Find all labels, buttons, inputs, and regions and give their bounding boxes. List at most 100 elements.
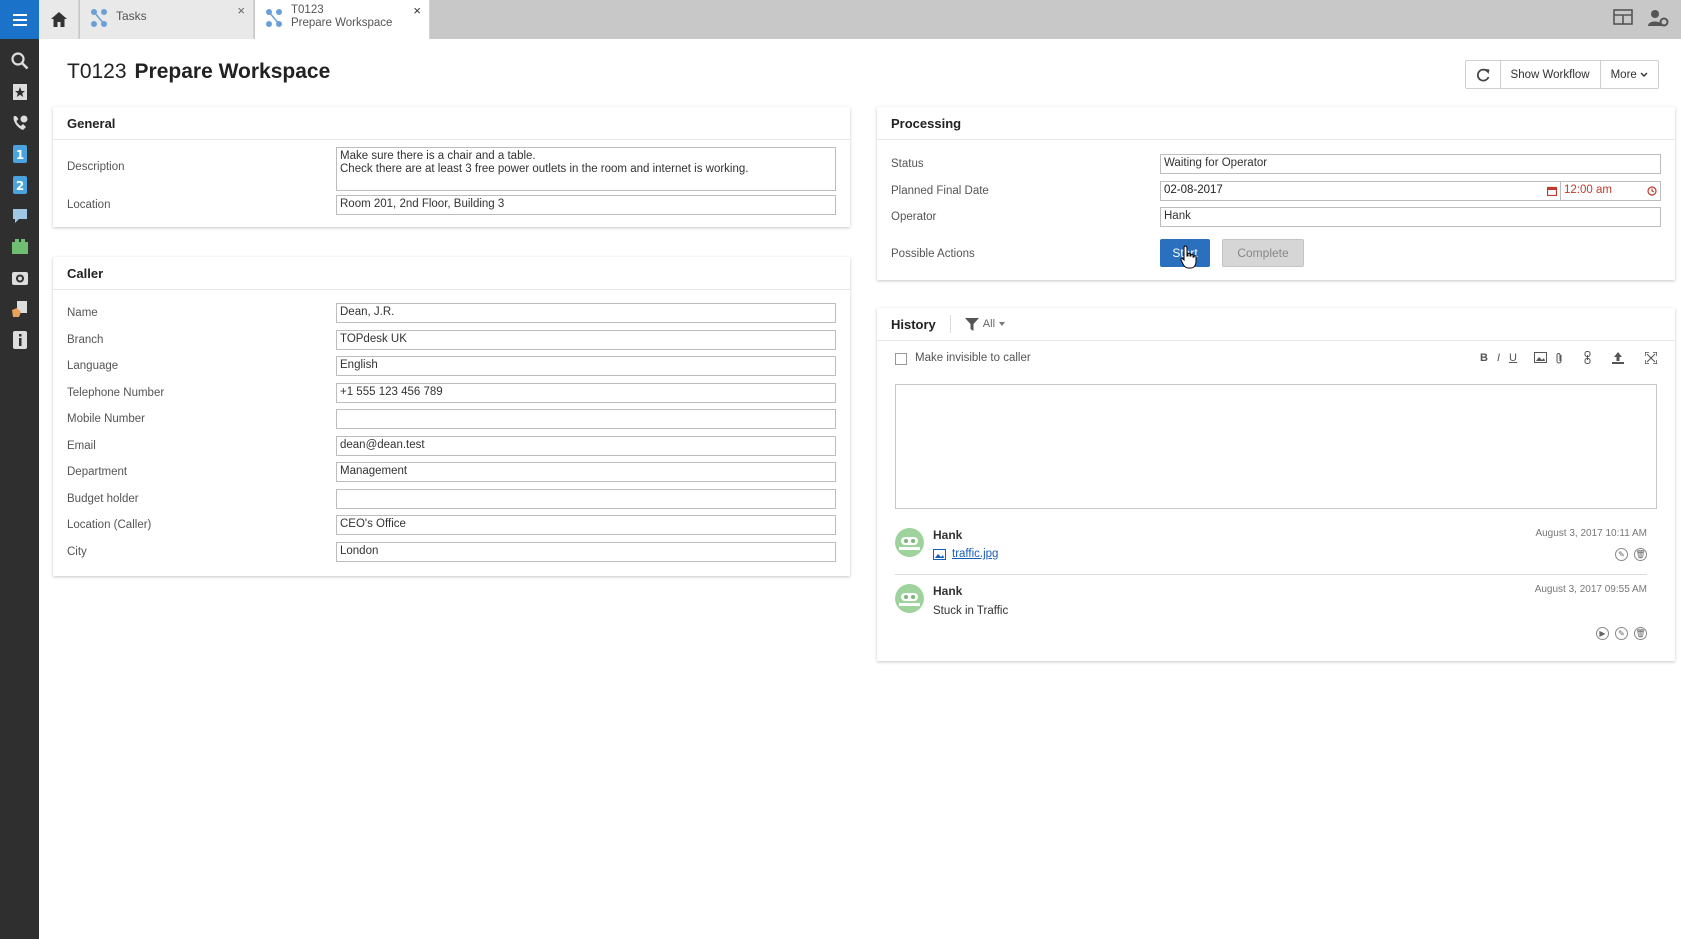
hamburger-menu-button[interactable] [0,0,39,39]
show-workflow-button[interactable]: Show Workflow [1501,61,1601,88]
bold-button[interactable]: B [1480,352,1488,364]
clock-icon[interactable] [1647,185,1657,196]
avatar [895,528,924,557]
status-field[interactable]: Waiting for Operator [1160,154,1661,174]
rail-second-line-button[interactable]: 2 [0,169,39,200]
history-filter[interactable]: All [964,317,1006,331]
layout-icon[interactable] [1613,8,1633,26]
caller-label: Budget holder [67,492,139,505]
caller-label: Telephone Number [67,386,165,399]
rail-chat-button[interactable] [0,200,39,231]
rail-first-line-button[interactable]: 1 [0,138,39,169]
possible-actions-label: Possible Actions [891,248,975,260]
processing-panel: Processing Status Waiting for Operator P… [877,107,1675,280]
info-icon [12,330,27,349]
filter-label: All [982,318,996,330]
planned-date-field[interactable]: 02-08-2017 [1160,180,1561,201]
name-field[interactable]: Dean, J.R. [336,303,836,323]
tab-close-button[interactable]: × [413,3,421,18]
caller-label: Location (Caller) [67,519,152,531]
task-name: Prepare Workspace [134,60,331,83]
attachment-link[interactable]: traffic.jpg [952,548,998,560]
entry-text: Stuck in Traffic [933,605,1009,617]
rail-search-button[interactable] [0,45,39,76]
branch-field[interactable]: TOPdesk UK [336,329,836,350]
history-entry: Hank August 3, 2017 10:11 AM traffic.jpg… [895,528,1647,564]
home-tab[interactable] [39,0,79,39]
planned-time-field[interactable]: 12:00 am [1561,180,1661,201]
calendar-icon[interactable] [1547,186,1557,196]
header-separator [949,315,951,333]
fullscreen-icon[interactable] [1645,351,1657,364]
rail-calls-button[interactable] [0,107,39,138]
rail-asset-button[interactable] [0,262,39,293]
second-line-icon: 2 [12,175,27,194]
language-field[interactable]: English [336,356,836,376]
left-rail: 1 2 [0,0,39,939]
operator-label: Operator [891,211,937,223]
play-icon[interactable]: ▶ [1596,627,1609,640]
history-editor[interactable] [895,384,1657,509]
caller-label: Mobile Number [67,413,145,425]
description-field[interactable]: Make sure there is a chair and a table. … [336,147,836,191]
workflow-icon [91,9,107,27]
delete-icon[interactable]: 🗑 [1634,548,1647,561]
department-field[interactable]: Management [336,462,836,482]
first-line-icon: 1 [12,144,27,163]
entry-divider [895,574,1647,575]
delete-icon[interactable]: 🗑 [1634,627,1647,640]
page-toolbar: Show Workflow More [1464,60,1659,89]
invisible-to-caller-checkbox[interactable] [895,353,907,365]
search-icon [10,51,28,69]
more-label: More [1610,68,1637,81]
rail-favorites-button[interactable] [0,76,39,107]
rail-planner-button[interactable] [0,231,39,262]
caller-label: Name [67,307,98,319]
tab-title: T0123 Prepare Workspace [291,4,392,30]
location-field[interactable]: Room 201, 2nd Floor, Building 3 [336,195,836,215]
complete-button[interactable]: Complete [1222,239,1304,267]
chevron-down-icon [1640,72,1648,77]
edit-icon[interactable]: ✎ [1615,627,1628,640]
email-field[interactable]: dean@dean.test [336,435,836,456]
image-icon[interactable] [1534,352,1547,363]
entry-timestamp: August 3, 2017 09:55 AM [1534,584,1647,595]
rail-knowledge-button[interactable] [0,293,39,324]
bookmark-star-icon [12,83,27,100]
more-button[interactable]: More [1601,61,1658,88]
refresh-button[interactable] [1466,61,1501,88]
budget-holder-field[interactable] [336,488,836,509]
avatar [895,584,924,613]
phone-icon [13,115,27,130]
history-entry: Hank August 3, 2017 09:55 AM Stuck in Tr… [895,584,1647,644]
mobile-field[interactable] [336,409,836,429]
upload-icon[interactable] [1612,351,1624,364]
city-field[interactable]: London [336,541,836,562]
tab-subtitle-line: Prepare Workspace [291,17,393,29]
caller-location-field[interactable]: CEO's Office [336,515,836,535]
italic-button[interactable]: I [1497,352,1500,364]
paperclip-icon[interactable] [1556,352,1563,364]
underline-button[interactable]: U [1509,352,1517,364]
rail-info-button[interactable] [0,324,39,355]
image-file-icon [933,548,946,560]
home-icon [50,12,67,27]
tab-close-button[interactable]: × [237,3,245,18]
caller-label: Email [67,439,96,452]
hand-document-icon [11,300,27,317]
operator-field[interactable]: Hank [1160,207,1661,227]
link-icon[interactable] [1584,351,1591,364]
camera-icon [11,271,28,285]
entry-attachment: traffic.jpg [933,548,998,560]
tab-tasks[interactable]: Tasks × [80,0,254,39]
tab-prepare-workspace[interactable]: T0123 Prepare Workspace × [255,0,430,39]
telephone-field[interactable]: +1 555 123 456 789 [336,382,836,403]
processing-heading: Processing [877,107,1675,140]
tab-title: Tasks [116,9,147,23]
user-settings-icon[interactable] [1647,8,1669,28]
svg-text:1: 1 [15,148,23,162]
edit-icon[interactable]: ✎ [1615,548,1628,561]
history-panel: History All Make invisible to caller B I… [877,308,1675,661]
planner-icon [11,238,28,254]
caller-panel: Caller Name Dean, J.R. Branch TOPdesk UK… [53,257,850,576]
